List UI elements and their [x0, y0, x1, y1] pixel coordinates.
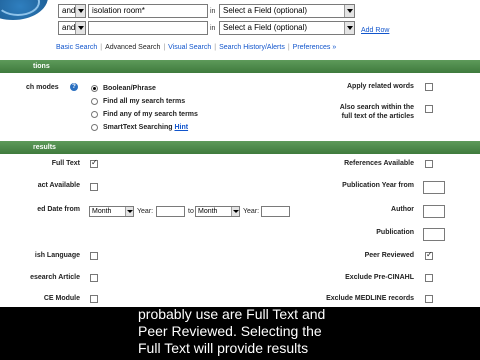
month-to-value: Month: [198, 208, 218, 215]
full-text-search-checkbox[interactable]: [425, 105, 433, 113]
chevron-down-icon: [75, 5, 85, 17]
operator-value: and: [62, 23, 76, 32]
english-language-label: ish Language: [34, 252, 80, 259]
radio-find-all[interactable]: [91, 98, 98, 105]
field-select-1[interactable]: Select a Field (optional): [219, 4, 355, 18]
chevron-down-icon: [125, 207, 133, 216]
exclude-medline-checkbox[interactable]: [425, 295, 433, 303]
mode-label-find-any: Find any of my search terms: [103, 111, 198, 118]
mode-label-find-all: Find all my search terms: [103, 98, 186, 105]
search-term-input-1[interactable]: isolation room*: [88, 4, 208, 18]
full-text-label: Full Text: [51, 160, 80, 167]
ce-module-label: CE Module: [43, 295, 80, 302]
research-article-label: esearch Article: [30, 274, 80, 281]
year-to-input[interactable]: [261, 206, 290, 217]
year-to-label: Year:: [243, 208, 260, 215]
operator-value: and: [62, 6, 76, 15]
abstract-available-checkbox[interactable]: [90, 183, 98, 191]
caption-line-2: Peer Reviewed. Selecting the: [138, 323, 322, 339]
limit-results-header[interactable]: results: [0, 141, 480, 154]
caption-line-3: Full Text will provide results: [138, 340, 309, 356]
peer-reviewed-label: Peer Reviewed: [364, 252, 414, 259]
references-available-checkbox[interactable]: [425, 160, 433, 168]
operator-select-2[interactable]: and: [58, 21, 86, 35]
search-term-value: isolation room*: [92, 6, 145, 15]
peer-reviewed-checkbox[interactable]: [425, 250, 433, 260]
research-article-checkbox[interactable]: [90, 274, 98, 282]
to-label: to: [188, 208, 194, 215]
radio-find-any[interactable]: [91, 111, 98, 118]
chevron-down-icon: [344, 22, 354, 34]
chevron-down-icon: [231, 207, 239, 216]
chevron-down-icon: [344, 5, 354, 17]
exclude-pre-cinahl-label: Exclude Pre-CINAHL: [345, 274, 414, 281]
year-from-label: Year:: [137, 208, 154, 215]
in-label: in: [210, 8, 216, 15]
add-row-link[interactable]: Add Row: [361, 27, 389, 34]
full-text-search-label-2: full text of the articles: [341, 113, 414, 120]
search-modes-label: ch modes: [26, 84, 59, 91]
search-term-input-2[interactable]: [88, 21, 208, 35]
mode-label-boolean: Boolean/Phrase: [103, 85, 156, 92]
radio-boolean-phrase[interactable]: [91, 85, 98, 92]
author-input[interactable]: [423, 205, 445, 218]
english-language-checkbox[interactable]: [90, 252, 98, 260]
exclude-medline-label: Exclude MEDLINE records: [326, 295, 414, 302]
month-from-select[interactable]: Month: [89, 206, 134, 217]
ce-module-checkbox[interactable]: [90, 295, 98, 303]
tab-search-history[interactable]: Search History/Alerts: [219, 44, 285, 51]
tab-basic-search[interactable]: Basic Search: [56, 44, 97, 51]
field-value: Select a Field (optional): [223, 23, 308, 32]
published-date-label: ed Date from: [37, 206, 80, 213]
publication-label: Publication: [376, 229, 414, 236]
publication-input[interactable]: [423, 228, 445, 241]
tab-preferences[interactable]: Preferences »: [293, 44, 337, 51]
ebsco-advanced-search: and isolation room* in Select a Field (o…: [0, 0, 480, 307]
publication-year-input[interactable]: [423, 181, 445, 194]
smarttext-text: SmartText Searching: [103, 124, 173, 131]
tab-visual-search[interactable]: Visual Search: [168, 44, 211, 51]
search-options-panel: ch modes ? Boolean/Phrase Find all my se…: [0, 73, 480, 141]
field-value: Select a Field (optional): [223, 6, 308, 15]
caption-line-1: probably use are Full Text and: [138, 306, 326, 322]
help-icon[interactable]: ?: [70, 83, 78, 91]
month-to-select[interactable]: Month: [195, 206, 240, 217]
apply-related-words-checkbox[interactable]: [425, 83, 433, 91]
search-options-header[interactable]: tions: [0, 60, 480, 73]
exclude-pre-cinahl-checkbox[interactable]: [425, 274, 433, 282]
publication-year-label: Publication Year from: [342, 182, 414, 189]
month-from-value: Month: [92, 208, 112, 215]
hint-link[interactable]: Hint: [174, 124, 188, 131]
search-tabs: Basic Search | Advanced Search | Visual Sear…: [56, 44, 337, 51]
full-text-search-label-1: Also search within the: [339, 104, 414, 111]
full-text-checkbox[interactable]: [90, 158, 98, 168]
tab-advanced-search[interactable]: Advanced Search: [105, 44, 160, 51]
database-logo: [0, 0, 48, 20]
abstract-available-label: act Available: [37, 182, 80, 189]
year-from-input[interactable]: [156, 206, 185, 217]
limit-results-panel: Full Text act Available ed Date from Mon…: [0, 154, 480, 307]
field-select-2[interactable]: Select a Field (optional): [219, 21, 355, 35]
search-area: and isolation room* in Select a Field (o…: [0, 0, 480, 62]
radio-smarttext[interactable]: [91, 124, 98, 131]
author-label: Author: [391, 206, 414, 213]
in-label: in: [210, 25, 216, 32]
apply-related-words-label: Apply related words: [347, 83, 414, 90]
operator-select-1[interactable]: and: [58, 4, 86, 18]
chevron-down-icon: [75, 22, 85, 34]
mode-label-smarttext: SmartText Searching Hint: [103, 123, 188, 132]
references-available-label: References Available: [344, 160, 414, 167]
